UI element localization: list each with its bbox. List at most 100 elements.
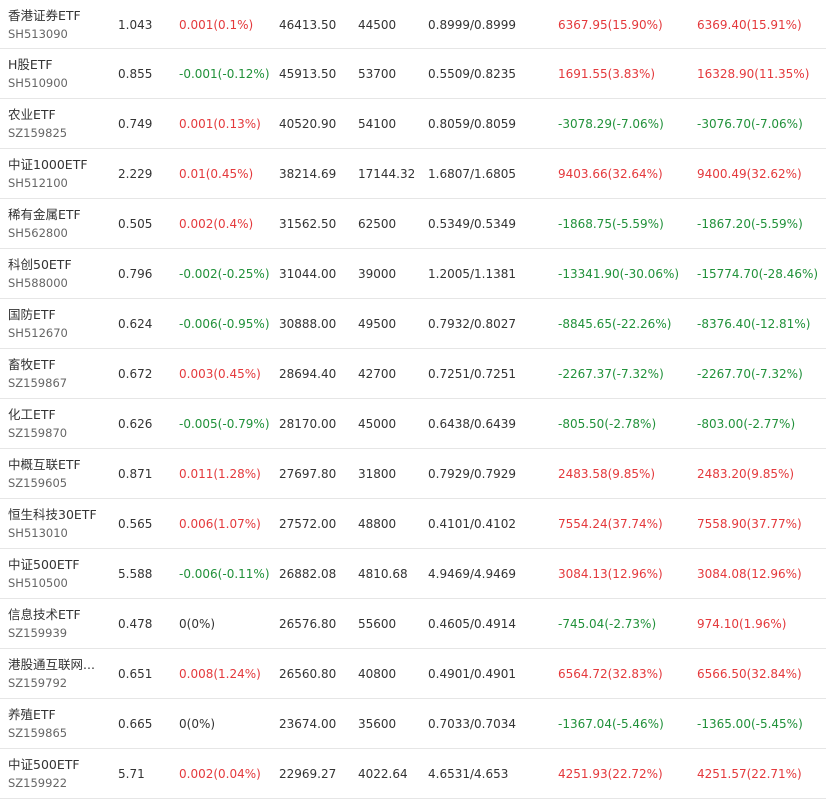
latest-price: 0.665 xyxy=(118,716,153,731)
price-change: 0.001(0.13%) xyxy=(179,116,261,131)
latest-price: 1.043 xyxy=(118,17,153,32)
table-row[interactable]: 中证500ETF SZ159922 5.71 0.002(0.04%) 2296… xyxy=(0,749,826,799)
fund-name-link[interactable]: 农业ETF xyxy=(8,106,56,124)
fund-name-cell[interactable]: 科创50ETF SH588000 xyxy=(8,249,112,298)
profit-loss: 9403.66(32.64%) xyxy=(558,166,663,181)
holding-quantity: 39000 xyxy=(358,266,397,281)
profit-loss: 3084.13(12.96%) xyxy=(558,566,663,581)
fund-name-link[interactable]: 中证500ETF xyxy=(8,756,80,774)
fund-name-link[interactable]: 港股通互联网... xyxy=(8,656,95,674)
fund-code: SZ159865 xyxy=(8,725,68,740)
table-row[interactable]: 科创50ETF SH588000 0.796 -0.002(-0.25%) 31… xyxy=(0,249,826,299)
fund-name-cell[interactable]: 农业ETF SZ159825 xyxy=(8,99,112,148)
table-row[interactable]: 化工ETF SZ159870 0.626 -0.005(-0.79%) 2817… xyxy=(0,399,826,449)
cost-price: 0.7033/0.7034 xyxy=(428,716,517,731)
profit-loss: -1367.04(-5.46%) xyxy=(558,716,664,731)
profit-loss: -2267.37(-7.32%) xyxy=(558,366,664,381)
fund-name-cell[interactable]: 香港证券ETF SH513090 xyxy=(8,0,112,49)
holding-quantity: 42700 xyxy=(358,366,397,381)
profit-loss: -805.50(-2.78%) xyxy=(558,416,657,431)
fund-name-cell[interactable]: H股ETF SH510900 xyxy=(8,49,112,98)
market-value: 28694.40 xyxy=(279,366,337,381)
table-row[interactable]: H股ETF SH510900 0.855 -0.001(-0.12%) 4591… xyxy=(0,49,826,99)
fund-name-cell[interactable]: 畜牧ETF SZ159867 xyxy=(8,349,112,398)
holding-quantity: 49500 xyxy=(358,316,397,331)
fund-name-cell[interactable]: 中证500ETF SZ159922 xyxy=(8,749,112,798)
fund-name-link[interactable]: H股ETF xyxy=(8,56,53,74)
market-value: 31044.00 xyxy=(279,266,337,281)
fund-code: SH512100 xyxy=(8,175,68,190)
table-row[interactable]: 中证1000ETF SH512100 2.229 0.01(0.45%) 382… xyxy=(0,149,826,199)
market-value: 40520.90 xyxy=(279,116,337,131)
fund-name-cell[interactable]: 中概互联ETF SZ159605 xyxy=(8,449,112,498)
fund-code: SH562800 xyxy=(8,225,68,240)
fund-name-link[interactable]: 信息技术ETF xyxy=(8,606,81,624)
fund-name-link[interactable]: 香港证券ETF xyxy=(8,7,81,25)
fund-name-link[interactable]: 畜牧ETF xyxy=(8,356,56,374)
table-row[interactable]: 中概互联ETF SZ159605 0.871 0.011(1.28%) 2769… xyxy=(0,449,826,499)
cost-price: 0.5349/0.5349 xyxy=(428,216,517,231)
fund-name-link[interactable]: 养殖ETF xyxy=(8,706,56,724)
table-row[interactable]: 畜牧ETF SZ159867 0.672 0.003(0.45%) 28694.… xyxy=(0,349,826,399)
profit-loss-alt: 2483.20(9.85%) xyxy=(697,466,795,481)
table-row[interactable]: 国防ETF SH512670 0.624 -0.006(-0.95%) 3088… xyxy=(0,299,826,349)
cost-price: 0.4101/0.4102 xyxy=(428,516,517,531)
price-change: 0(0%) xyxy=(179,716,216,731)
market-value: 22969.27 xyxy=(279,766,337,781)
market-value: 45913.50 xyxy=(279,66,337,81)
fund-name-link[interactable]: 科创50ETF xyxy=(8,256,72,274)
table-row[interactable]: 信息技术ETF SZ159939 0.478 0(0%) 26576.80 55… xyxy=(0,599,826,649)
market-value: 26882.08 xyxy=(279,566,337,581)
price-change: 0.006(1.07%) xyxy=(179,516,261,531)
fund-name-cell[interactable]: 养殖ETF SZ159865 xyxy=(8,699,112,748)
table-row[interactable]: 香港证券ETF SH513090 1.043 0.001(0.1%) 46413… xyxy=(0,0,826,49)
fund-name-link[interactable]: 化工ETF xyxy=(8,406,56,424)
cost-price: 0.4901/0.4901 xyxy=(428,666,517,681)
fund-name-cell[interactable]: 港股通互联网... SZ159792 xyxy=(8,649,112,698)
holding-quantity: 4022.64 xyxy=(358,766,408,781)
holding-quantity: 54100 xyxy=(358,116,397,131)
fund-name-link[interactable]: 中证1000ETF xyxy=(8,156,88,174)
fund-name-link[interactable]: 恒生科技30ETF xyxy=(8,506,97,524)
table-row[interactable]: 稀有金属ETF SH562800 0.505 0.002(0.4%) 31562… xyxy=(0,199,826,249)
profit-loss-alt: 3084.08(12.96%) xyxy=(697,566,802,581)
table-row[interactable]: 港股通互联网... SZ159792 0.651 0.008(1.24%) 26… xyxy=(0,649,826,699)
latest-price: 0.624 xyxy=(118,316,153,331)
holding-quantity: 44500 xyxy=(358,17,397,32)
price-change: 0.008(1.24%) xyxy=(179,666,261,681)
holding-quantity: 45000 xyxy=(358,416,397,431)
table-row[interactable]: 农业ETF SZ159825 0.749 0.001(0.13%) 40520.… xyxy=(0,99,826,149)
fund-name-cell[interactable]: 中证1000ETF SH512100 xyxy=(8,149,112,198)
table-row[interactable]: 中证500ETF SH510500 5.588 -0.006(-0.11%) 2… xyxy=(0,549,826,599)
table-row[interactable]: 恒生科技30ETF SH513010 0.565 0.006(1.07%) 27… xyxy=(0,499,826,549)
fund-name-link[interactable]: 国防ETF xyxy=(8,306,56,324)
cost-price: 0.8999/0.8999 xyxy=(428,17,517,32)
fund-code: SZ159825 xyxy=(8,125,68,140)
fund-name-cell[interactable]: 国防ETF SH512670 xyxy=(8,299,112,348)
fund-name-cell[interactable]: 信息技术ETF SZ159939 xyxy=(8,599,112,648)
fund-name-link[interactable]: 中证500ETF xyxy=(8,556,80,574)
latest-price: 0.672 xyxy=(118,366,153,381)
latest-price: 0.796 xyxy=(118,266,153,281)
fund-name-cell[interactable]: 化工ETF SZ159870 xyxy=(8,399,112,448)
fund-code: SH510900 xyxy=(8,75,68,90)
fund-code: SH512670 xyxy=(8,325,68,340)
cost-price: 0.5509/0.8235 xyxy=(428,66,517,81)
fund-name-cell[interactable]: 中证500ETF SH510500 xyxy=(8,549,112,598)
profit-loss-alt: -15774.70(-28.46%) xyxy=(697,266,819,281)
fund-name-cell[interactable]: 稀有金属ETF SH562800 xyxy=(8,199,112,248)
holding-quantity: 53700 xyxy=(358,66,397,81)
market-value: 38214.69 xyxy=(279,166,337,181)
fund-name-link[interactable]: 中概互联ETF xyxy=(8,456,81,474)
profit-loss-alt: -803.00(-2.77%) xyxy=(697,416,796,431)
price-change: 0.002(0.4%) xyxy=(179,216,254,231)
fund-name-link[interactable]: 稀有金属ETF xyxy=(8,206,81,224)
market-value: 26576.80 xyxy=(279,616,337,631)
table-row[interactable]: 养殖ETF SZ159865 0.665 0(0%) 23674.00 3560… xyxy=(0,699,826,749)
latest-price: 2.229 xyxy=(118,166,153,181)
fund-name-cell[interactable]: 恒生科技30ETF SH513010 xyxy=(8,499,112,548)
profit-loss-alt: 974.10(1.96%) xyxy=(697,616,787,631)
latest-price: 0.871 xyxy=(118,466,153,481)
holding-quantity: 31800 xyxy=(358,466,397,481)
price-change: -0.001(-0.12%) xyxy=(179,66,270,81)
